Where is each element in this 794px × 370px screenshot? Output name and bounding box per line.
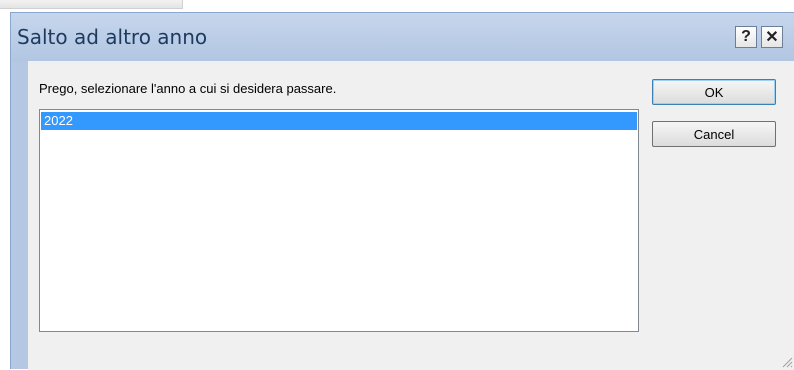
ok-button[interactable]: OK: [652, 79, 776, 105]
dialog-content: Prego, selezionare l'anno a cui si desid…: [28, 61, 794, 370]
year-jump-dialog: Salto ad altro anno ? ✕ Prego, seleziona…: [10, 12, 794, 370]
help-button[interactable]: ?: [735, 26, 757, 48]
background-window-strip: [0, 0, 794, 12]
prompt-label: Prego, selezionare l'anno a cui si desid…: [39, 81, 337, 96]
cancel-button[interactable]: Cancel: [652, 121, 776, 147]
year-listbox[interactable]: 2022: [39, 109, 639, 332]
background-window-edge: [0, 0, 183, 9]
dialog-title: Salto ad altro anno: [17, 25, 208, 49]
resize-grip-icon[interactable]: [781, 356, 793, 368]
close-icon: ✕: [765, 29, 779, 46]
help-icon: ?: [741, 28, 751, 45]
list-item-year[interactable]: 2022: [41, 112, 637, 130]
close-button[interactable]: ✕: [761, 26, 783, 48]
dialog-titlebar[interactable]: Salto ad altro anno ? ✕: [11, 13, 794, 61]
